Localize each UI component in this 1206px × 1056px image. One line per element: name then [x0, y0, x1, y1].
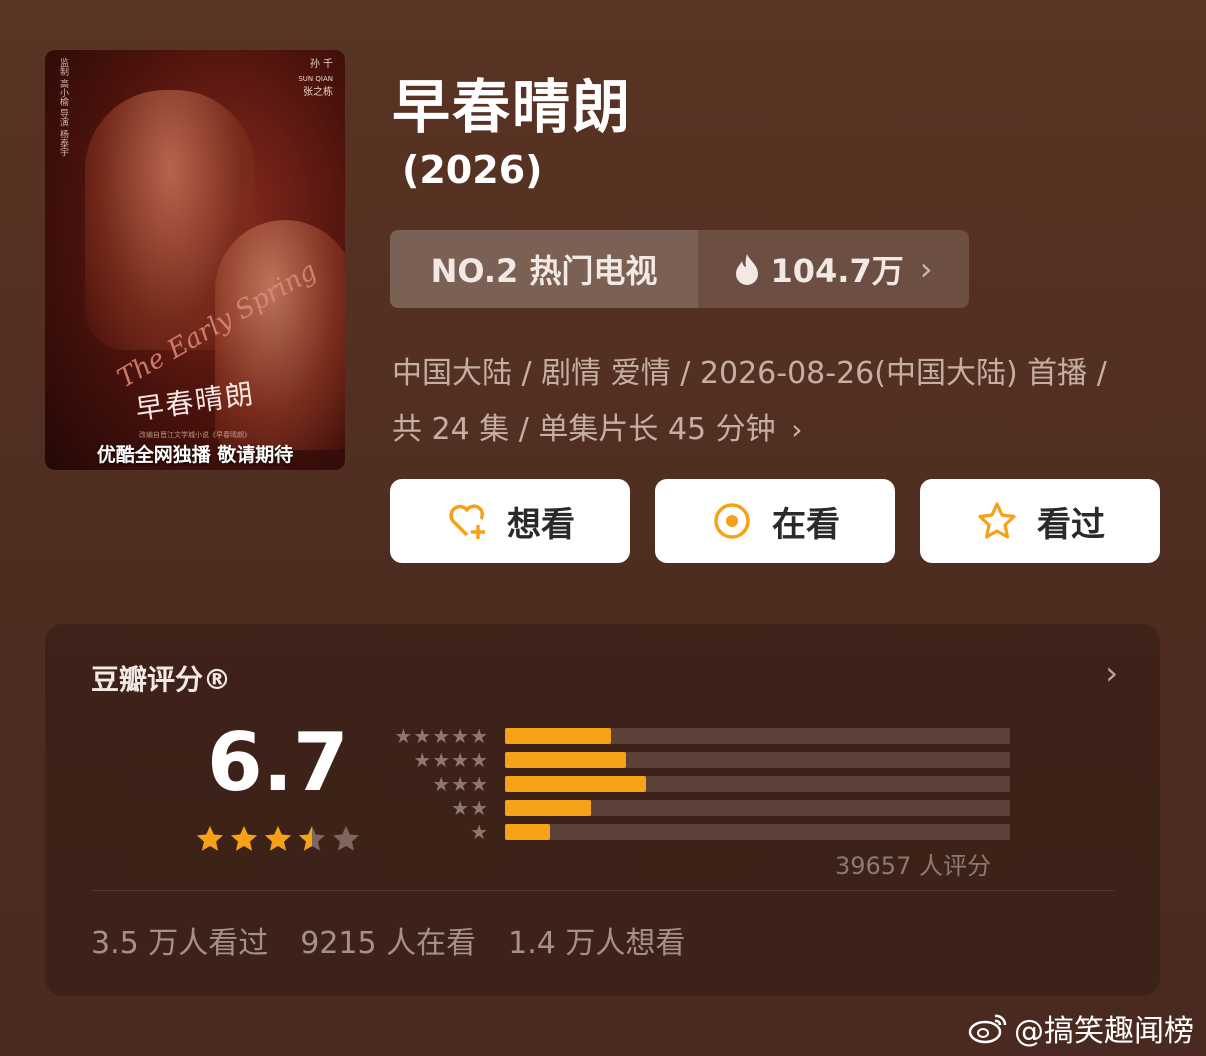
- rating-score: 6.7: [207, 716, 349, 809]
- star-icon: [231, 826, 257, 851]
- page-title: 早春晴朗: [392, 73, 633, 141]
- histogram-bar: [505, 776, 647, 792]
- divider: [91, 890, 1114, 891]
- histogram-track: [505, 728, 1010, 744]
- want-count: 1.4 万人想看: [508, 926, 686, 961]
- histogram-row: ★★: [385, 796, 1010, 820]
- want-to-watch-button[interactable]: 想看: [390, 479, 630, 563]
- histogram-track: [505, 776, 1010, 792]
- histogram-track: [505, 752, 1010, 768]
- watched-button[interactable]: 看过: [920, 479, 1160, 563]
- watching-count: 9215 人在看: [300, 926, 477, 961]
- chevron-right-icon: ›: [791, 413, 803, 446]
- rating-stars: [195, 824, 361, 854]
- histogram-row: ★: [385, 820, 1010, 844]
- watched-label: 看过: [1037, 504, 1105, 545]
- meta-text: 中国大陆 / 剧情 爱情 / 2026-08-26(中国大陆) 首播 / 共 2…: [392, 356, 1107, 447]
- rating-histogram: ★★★★★ ★★★★ ★★★ ★★ ★: [385, 724, 1010, 844]
- rating-title: 豆瓣评分®: [91, 663, 232, 696]
- star-icon: [197, 826, 223, 851]
- star-icon: [333, 826, 359, 851]
- histogram-bar: [505, 824, 551, 840]
- poster-figure-woman: [215, 220, 345, 450]
- chevron-right-icon[interactable]: ›: [1105, 654, 1118, 692]
- watching-label: 在看: [772, 504, 840, 545]
- poster-credits-left: 监制 高小榆 导演 杨泰宇: [58, 58, 68, 157]
- watermark-text: @搞笑趣闻榜: [1014, 1014, 1194, 1049]
- watching-button[interactable]: 在看: [655, 479, 895, 563]
- rank-label: NO.2 热门电视: [390, 230, 698, 308]
- chevron-right-icon: ›: [919, 250, 933, 288]
- target-circle-icon: [714, 503, 750, 539]
- meta-info[interactable]: 中国大陆 / 剧情 爱情 / 2026-08-26(中国大陆) 首播 / 共 2…: [392, 346, 1132, 458]
- heat-value: 104.7万: [770, 252, 904, 290]
- star-icon: [265, 826, 291, 851]
- rank-pill[interactable]: NO.2 热门电视 104.7万 ›: [390, 230, 969, 308]
- histogram-star-label: ★: [470, 820, 489, 844]
- poster-image[interactable]: 监制 高小榆 导演 杨泰宇 孙 千 SUN QIAN 张之栋 The Early…: [45, 50, 345, 470]
- histogram-bar: [505, 752, 627, 768]
- rating-card[interactable]: 豆瓣评分® › 6.7 ★★★★★ ★★★★ ★★★ ★★ ★ 39657 人评分 3.…: [45, 624, 1160, 996]
- histogram-track: [505, 824, 1010, 840]
- want-label: 想看: [507, 504, 575, 545]
- watched-count: 3.5 万人看过: [91, 926, 269, 961]
- histogram-track: [505, 800, 1010, 816]
- heat-indicator[interactable]: 104.7万 ›: [698, 230, 969, 308]
- histogram-row: ★★★★★: [385, 724, 1010, 748]
- weibo-icon: [968, 1014, 1007, 1044]
- weibo-watermark: @搞笑趣闻榜: [968, 1006, 1194, 1050]
- histogram-star-label: ★★★★: [413, 748, 489, 772]
- star-outline-icon: [978, 502, 1016, 539]
- histogram-star-label: ★★: [451, 796, 489, 820]
- poster-credits-right: 孙 千 SUN QIAN 张之栋: [298, 59, 333, 98]
- histogram-star-label: ★★★★★: [394, 724, 489, 748]
- histogram-row: ★★★: [385, 772, 1010, 796]
- histogram-star-label: ★★★: [432, 772, 489, 796]
- poster-banner: 优酷全网独播 敬请期待: [96, 444, 294, 466]
- star-icon: [299, 826, 325, 851]
- release-year: (2026): [402, 148, 543, 192]
- histogram-bar: [505, 728, 612, 744]
- rater-count: 39657 人评分: [835, 852, 991, 880]
- watch-stats: 3.5 万人看过 9215 人在看 1.4 万人想看: [91, 918, 685, 962]
- flame-icon: [736, 254, 759, 285]
- heart-plus-icon: [449, 504, 485, 539]
- poster-fine-print: 改编自晋江文学城小说《早春晴朗》: [139, 431, 251, 439]
- histogram-bar: [505, 800, 591, 816]
- histogram-row: ★★★★: [385, 748, 1010, 772]
